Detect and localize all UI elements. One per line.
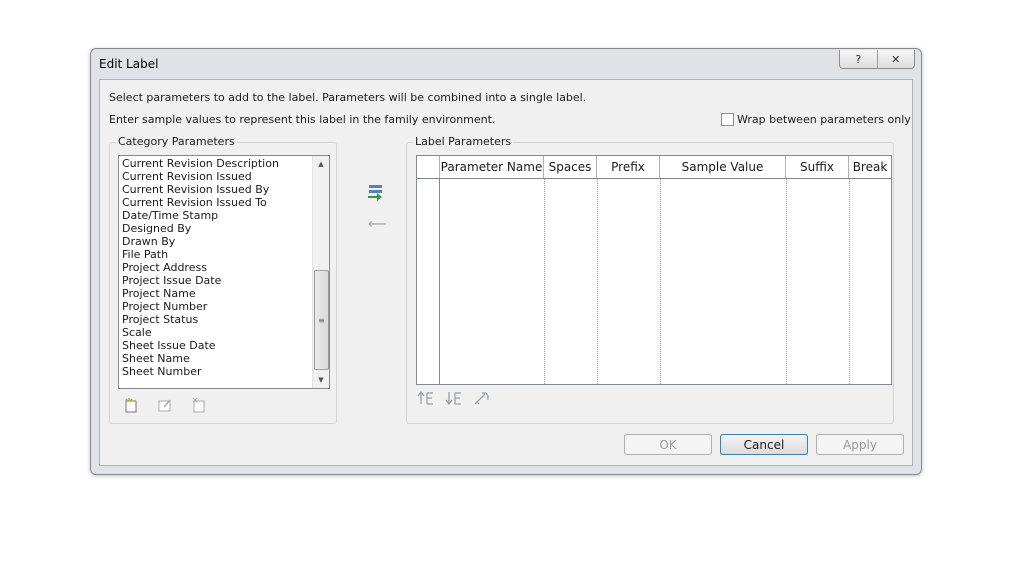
grid-body[interactable] (417, 179, 891, 384)
vertical-scrollbar[interactable]: ▲ ≡ ▼ (312, 156, 329, 388)
list-item[interactable]: Current Revision Issued To (122, 196, 311, 209)
column-prefix[interactable]: Prefix (597, 156, 660, 178)
scroll-thumb[interactable]: ≡ (314, 270, 329, 370)
new-parameter-icon[interactable] (122, 396, 140, 414)
label-parameters-grid[interactable]: Parameter Name Spaces Prefix Sample Valu… (416, 155, 892, 385)
intro-text-1: Select parameters to add to the label. P… (109, 91, 587, 104)
ok-button[interactable]: OK (624, 434, 712, 455)
move-down-icon[interactable] (445, 389, 463, 407)
label-parameters-title: Label Parameters (413, 135, 514, 148)
edit-label-dialog: Edit Label ? ✕ Select parameters to add … (90, 48, 922, 475)
category-tools (122, 396, 208, 414)
move-up-icon[interactable] (417, 389, 435, 407)
dialog-title: Edit Label (99, 57, 159, 71)
grid-divider (849, 179, 850, 384)
list-item[interactable]: Drawn By (122, 235, 311, 248)
category-parameters-title: Category Parameters (116, 135, 237, 148)
delete-parameter-icon[interactable] (190, 396, 208, 414)
category-parameters-group: Category Parameters Current Revision Des… (109, 135, 337, 424)
grid-divider (660, 179, 661, 384)
category-parameters-list[interactable]: Current Revision Description Current Revi… (118, 155, 330, 389)
wrap-option[interactable]: Wrap between parameters only (721, 113, 911, 126)
grid-tools (417, 389, 491, 407)
list-item[interactable]: Sheet Number (122, 365, 311, 378)
grid-divider (544, 179, 545, 384)
intro-text-2: Enter sample values to represent this la… (109, 113, 496, 126)
apply-button[interactable]: Apply (816, 434, 904, 455)
cancel-button[interactable]: Cancel (720, 434, 808, 455)
list-item[interactable]: Date/Time Stamp (122, 209, 311, 222)
list-item[interactable]: Scale (122, 326, 311, 339)
list-item[interactable]: Designed By (122, 222, 311, 235)
list-item[interactable]: Sheet Name (122, 352, 311, 365)
list-item[interactable]: Project Address (122, 261, 311, 274)
grid-header: Parameter Name Spaces Prefix Sample Valu… (417, 156, 891, 179)
add-parameter-icon[interactable] (367, 183, 385, 201)
column-break[interactable]: Break (849, 156, 891, 178)
scroll-up-icon[interactable]: ▲ (313, 156, 329, 172)
title-buttons: ? ✕ (839, 50, 915, 69)
list-item[interactable]: Current Revision Issued (122, 170, 311, 183)
wrap-checkbox[interactable] (721, 113, 734, 126)
row-header-corner (417, 156, 440, 178)
edit-formatting-icon[interactable] (473, 389, 491, 407)
remove-parameter-icon[interactable]: ⟵ (368, 218, 387, 232)
list-item[interactable]: Project Name (122, 287, 311, 300)
help-button[interactable]: ? (840, 50, 877, 68)
list-item[interactable]: Project Issue Date (122, 274, 311, 287)
scroll-down-icon[interactable]: ▼ (313, 372, 329, 388)
list-item[interactable]: File Path (122, 248, 311, 261)
label-parameters-group: Label Parameters Parameter Name Spaces P… (406, 135, 894, 424)
title-bar: Edit Label ? ✕ (91, 49, 921, 79)
wrap-label: Wrap between parameters only (737, 113, 911, 126)
list-item[interactable]: Project Status (122, 313, 311, 326)
grid-divider (786, 179, 787, 384)
column-sample-value[interactable]: Sample Value (660, 156, 786, 178)
close-button[interactable]: ✕ (876, 50, 915, 68)
column-spaces[interactable]: Spaces (544, 156, 597, 178)
list-item[interactable]: Current Revision Description (122, 157, 311, 170)
edit-parameter-icon[interactable] (156, 396, 174, 414)
row-header (417, 179, 440, 384)
column-suffix[interactable]: Suffix (786, 156, 849, 178)
dialog-body: Select parameters to add to the label. P… (99, 79, 913, 466)
list-item[interactable]: Project Number (122, 300, 311, 313)
column-parameter-name[interactable]: Parameter Name (440, 156, 544, 178)
grid-divider (597, 179, 598, 384)
list-item[interactable]: Sheet Issue Date (122, 339, 311, 352)
list-item[interactable]: Current Revision Issued By (122, 183, 311, 196)
